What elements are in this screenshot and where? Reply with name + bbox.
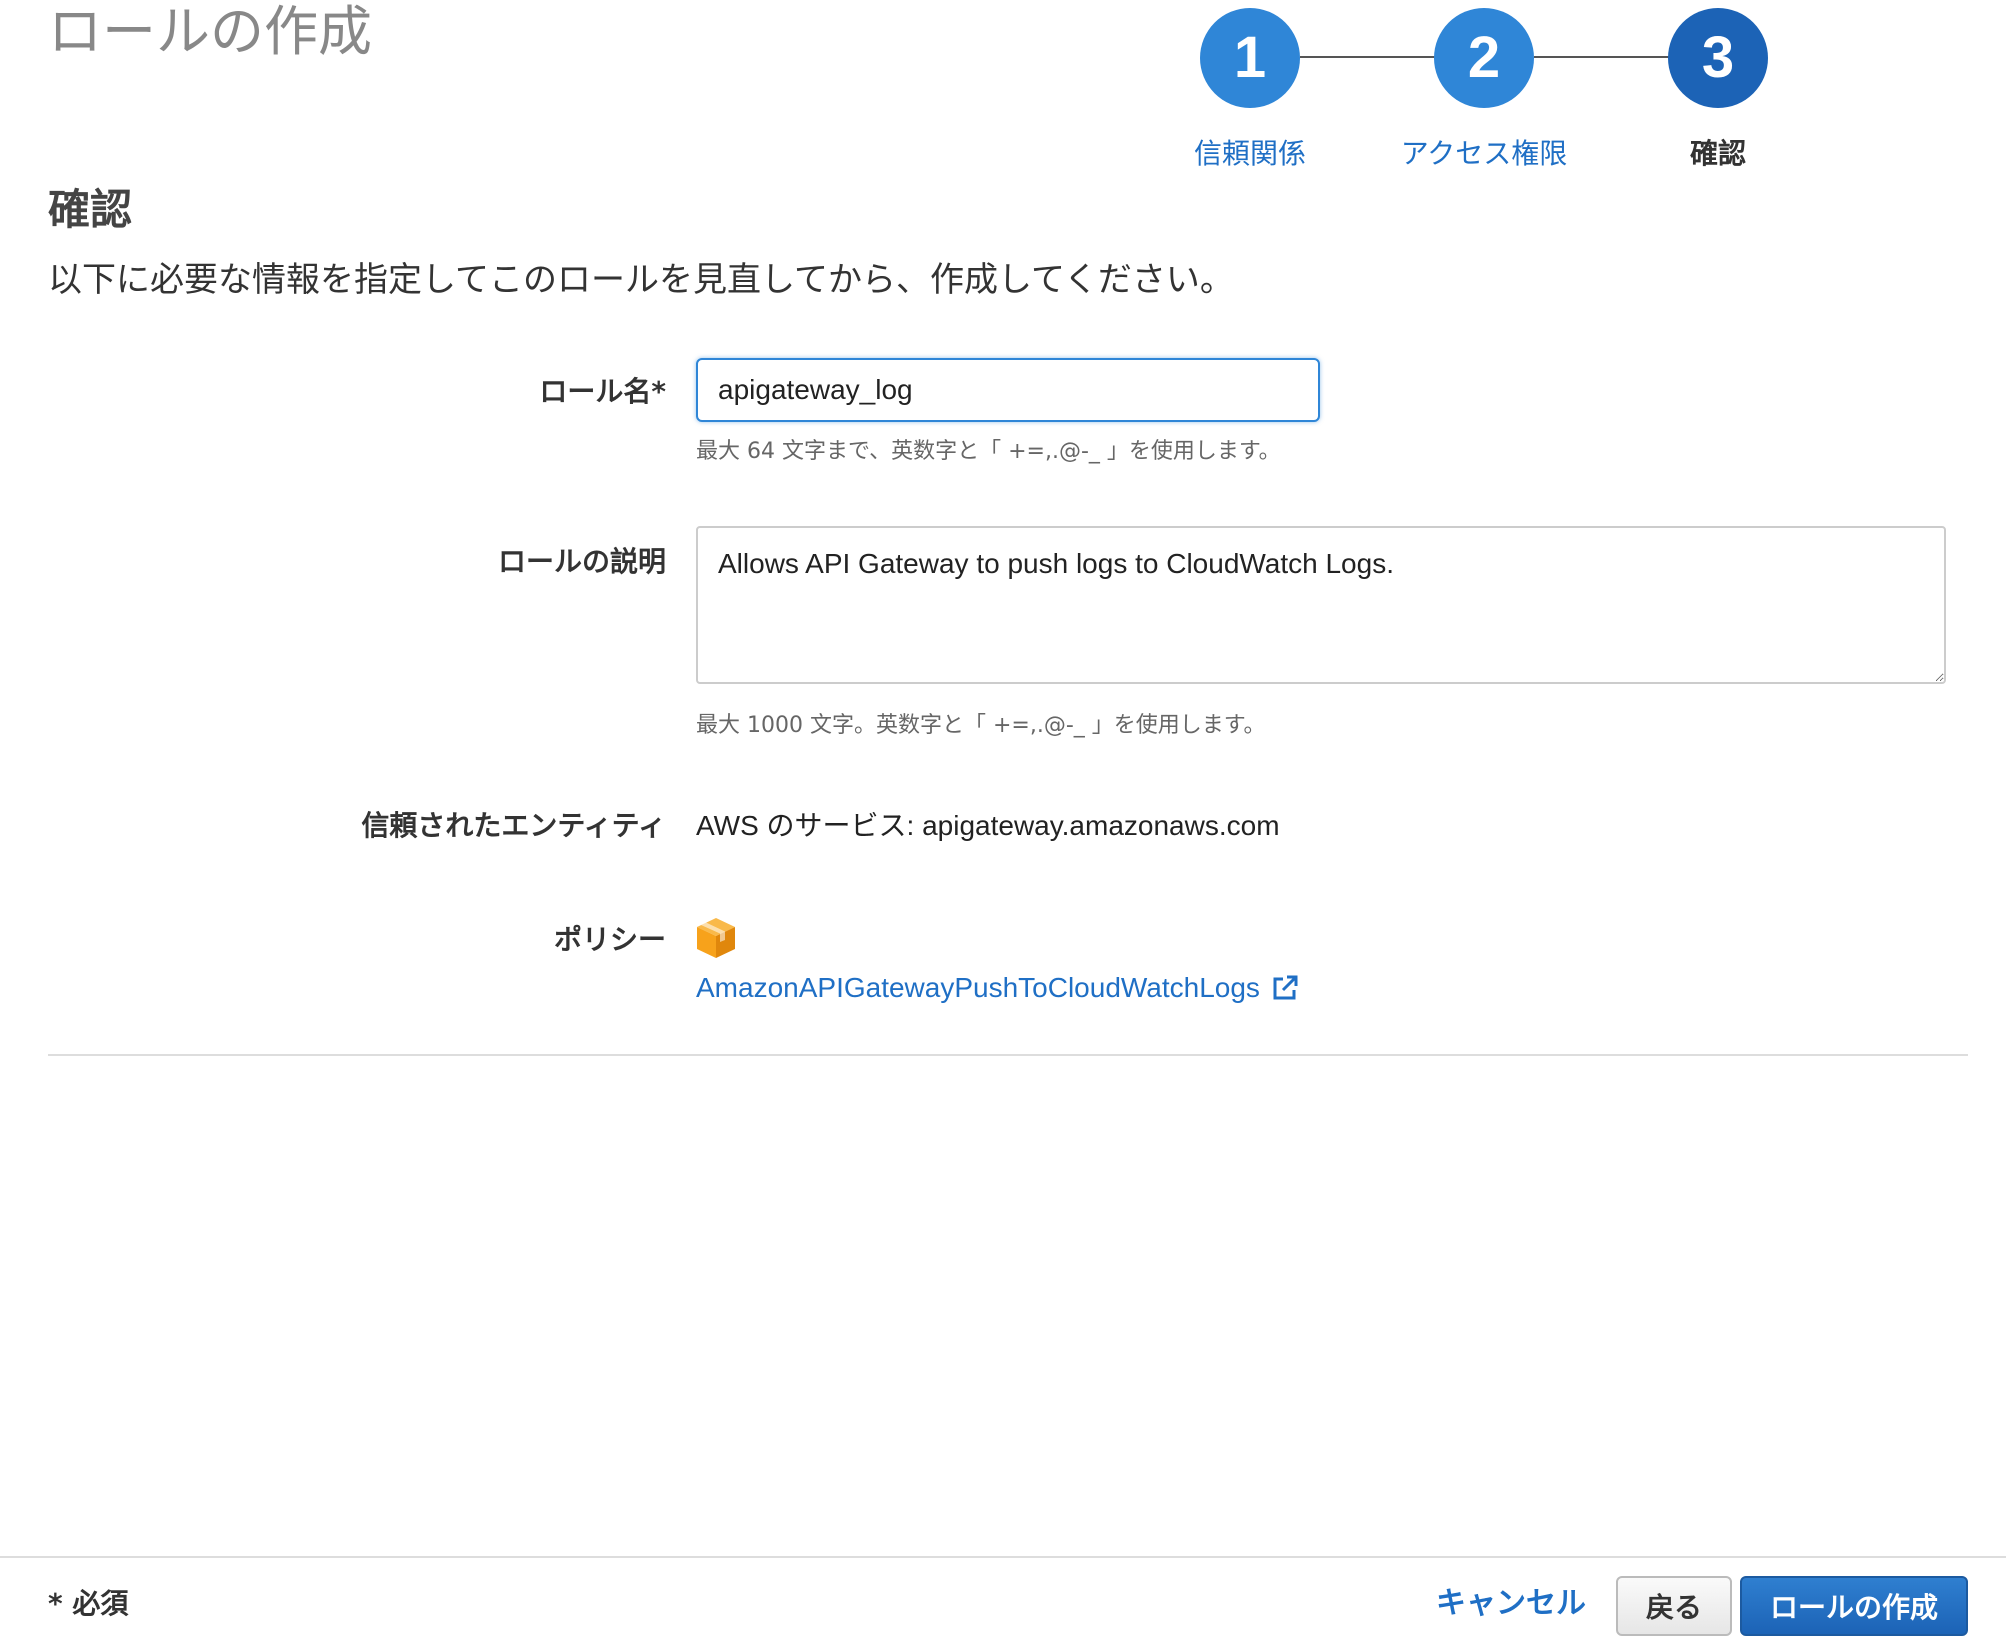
back-button[interactable]: 戻る — [1616, 1576, 1732, 1636]
step-number[interactable]: 1 — [1200, 8, 1300, 108]
step-label: 確認 — [1689, 137, 1746, 170]
step-number[interactable]: 2 — [1434, 8, 1534, 108]
section-description: 以下に必要な情報を指定してこのロールを見直してから、作成してください。 — [48, 260, 1234, 300]
wizard-footer: * 必須 キャンセル 戻る ロールの作成 — [0, 1556, 2006, 1640]
aws-managed-policy-cube-icon — [697, 918, 735, 958]
step-trust-relationship[interactable]: 1 信頼関係 — [1150, 8, 1350, 174]
step-label[interactable]: 信頼関係 — [1150, 134, 1350, 174]
section-title: 確認 — [48, 185, 133, 234]
step-review: 3 確認 — [1618, 8, 1818, 174]
role-description-hint: 最大 1000 文字。英数字と「 +=,.@-_ 」を使用します。 — [696, 713, 1266, 738]
required-note: * 必須 — [48, 1587, 129, 1620]
section-divider — [48, 1054, 1968, 1056]
policy-link[interactable]: AmazonAPIGatewayPushToCloudWatchLogs — [696, 968, 1300, 1008]
trusted-entity-label: 信頼されたエンティティ — [361, 809, 666, 842]
step-number: 3 — [1668, 8, 1768, 108]
step-permissions[interactable]: 2 アクセス権限 — [1384, 8, 1584, 174]
trusted-entity-value: AWS のサービス: apigateway.amazonaws.com — [696, 810, 1280, 841]
create-role-button[interactable]: ロールの作成 — [1740, 1576, 1968, 1636]
step-label[interactable]: アクセス権限 — [1384, 134, 1584, 174]
external-link-icon[interactable] — [1270, 973, 1300, 1003]
create-role-page: ロールの作成 1 信頼関係 2 アクセス権限 3 確認 確認 以下に必要な情報を… — [0, 0, 2006, 1640]
role-name-label: ロール名* — [539, 375, 666, 408]
policy-name[interactable]: AmazonAPIGatewayPushToCloudWatchLogs — [696, 968, 1260, 1008]
page-title: ロールの作成 — [48, 0, 372, 63]
policy-label: ポリシー — [553, 923, 666, 956]
role-description-textarea[interactable]: Allows API Gateway to push logs to Cloud… — [696, 526, 1946, 684]
role-name-hint: 最大 64 文字まで、英数字と「 +=,.@-_ 」を使用します。 — [696, 439, 1281, 464]
cancel-button[interactable]: キャンセル — [1436, 1582, 1586, 1626]
role-name-input[interactable] — [696, 358, 1320, 422]
role-description-label: ロールの説明 — [497, 545, 666, 578]
wizard-stepper: 1 信頼関係 2 アクセス権限 3 確認 — [1150, 8, 1890, 170]
